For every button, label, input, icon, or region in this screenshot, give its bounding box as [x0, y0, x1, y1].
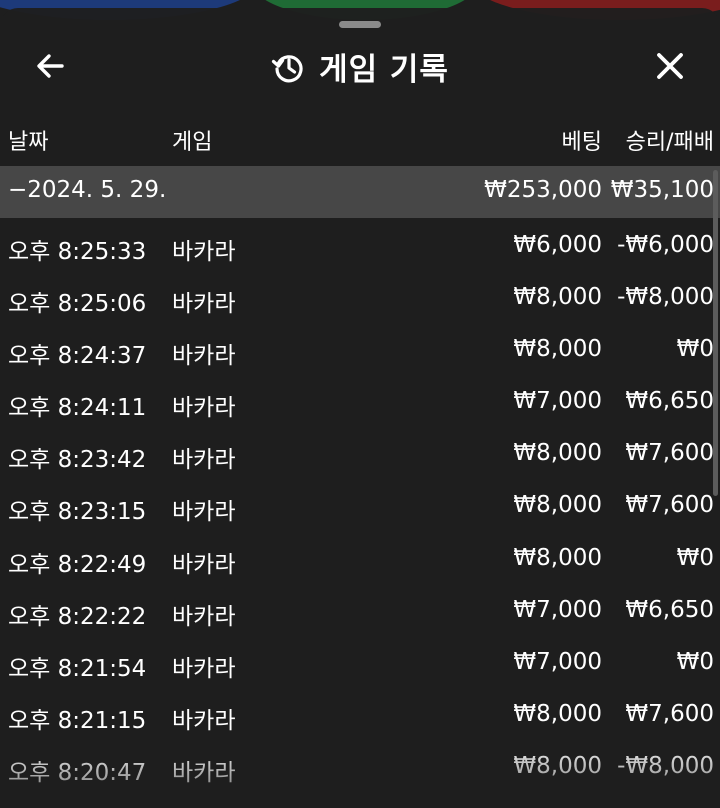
scrollbar[interactable] [713, 170, 718, 496]
row-bet: ₩8,000 [513, 544, 602, 571]
history-list: 오후 8:25:33 바카라 ₩6,000 -₩6,000 오후 8:25:06… [0, 222, 720, 795]
date-group-row[interactable]: −2024. 5. 29. ₩253,000 ₩35,100 [0, 166, 720, 218]
column-header-result: 승리/패배 [625, 130, 714, 155]
row-result: ₩0 [676, 544, 714, 571]
row-game: 바카라 [172, 499, 236, 526]
row-game: 바카라 [172, 291, 236, 318]
column-header-date: 날짜 [8, 130, 49, 155]
table-row[interactable]: 오후 8:21:54 바카라 ₩7,000 ₩0 [0, 639, 720, 691]
row-bet: ₩7,000 [513, 596, 602, 623]
row-bet: ₩8,000 [513, 440, 602, 467]
row-bet: ₩8,000 [513, 492, 602, 519]
row-game: 바카라 [172, 551, 236, 578]
table-row[interactable]: 오후 8:21:15 바카라 ₩8,000 ₩7,600 [0, 691, 720, 743]
row-game: 바카라 [172, 395, 236, 422]
row-bet: ₩8,000 [513, 284, 602, 311]
row-time: 오후 8:21:54 [8, 655, 147, 682]
row-game: 바카라 [172, 707, 236, 734]
group-bet-total: ₩253,000 [484, 177, 602, 203]
row-game: 바카라 [172, 447, 236, 474]
sheet-header: 게임 기록 [0, 36, 720, 96]
column-header-game: 게임 [172, 130, 213, 155]
row-result: ₩6,650 [625, 596, 714, 623]
row-result: -₩8,000 [617, 752, 714, 779]
row-bet: ₩7,000 [513, 388, 602, 415]
row-time: 오후 8:25:06 [8, 291, 147, 318]
column-header-bet: 베팅 [561, 130, 602, 155]
close-icon [657, 53, 683, 79]
table-row[interactable]: 오후 8:22:49 바카라 ₩8,000 ₩0 [0, 535, 720, 587]
row-result: ₩7,600 [625, 700, 714, 727]
row-game: 바카라 [172, 239, 236, 265]
table-row[interactable]: 오후 8:23:15 바카라 ₩8,000 ₩7,600 [0, 482, 720, 534]
row-time: 오후 8:22:49 [8, 551, 147, 578]
row-result: -₩8,000 [617, 284, 714, 311]
row-game: 바카라 [172, 655, 236, 682]
group-result-total: ₩35,100 [610, 177, 714, 203]
row-result: ₩7,600 [625, 492, 714, 519]
page-title: 게임 기록 [319, 52, 449, 88]
row-time: 오후 8:20:47 [8, 759, 147, 786]
row-bet: ₩6,000 [513, 232, 602, 258]
row-time: 오후 8:24:11 [8, 395, 147, 422]
table-row[interactable]: 오후 8:20:47 바카라 ₩8,000 -₩8,000 [0, 743, 720, 795]
table-row[interactable]: 오후 8:23:42 바카라 ₩8,000 ₩7,600 [0, 430, 720, 482]
row-bet: ₩8,000 [513, 336, 602, 363]
sheet-drag-handle[interactable] [339, 21, 381, 28]
row-time: 오후 8:24:37 [8, 343, 147, 370]
table-row[interactable]: 오후 8:22:22 바카라 ₩7,000 ₩6,650 [0, 587, 720, 639]
close-button[interactable] [652, 48, 688, 84]
row-result: ₩0 [676, 336, 714, 363]
row-result: ₩6,650 [625, 388, 714, 415]
row-time: 오후 8:23:15 [8, 499, 147, 526]
row-time: 오후 8:21:15 [8, 707, 147, 734]
history-icon [271, 54, 303, 82]
row-bet: ₩8,000 [513, 752, 602, 779]
row-bet: ₩7,000 [513, 648, 602, 675]
row-time: 오후 8:22:22 [8, 603, 147, 630]
table-row[interactable]: 오후 8:25:06 바카라 ₩8,000 -₩8,000 [0, 274, 720, 326]
table-header: 날짜 게임 베팅 승리/패배 [0, 112, 720, 166]
row-time: 오후 8:23:42 [8, 447, 147, 474]
row-game: 바카라 [172, 603, 236, 630]
group-date: −2024. 5. 29. [8, 177, 167, 203]
row-game: 바카라 [172, 759, 236, 786]
row-bet: ₩8,000 [513, 700, 602, 727]
table-row[interactable]: 오후 8:24:37 바카라 ₩8,000 ₩0 [0, 326, 720, 378]
table-row[interactable]: 오후 8:24:11 바카라 ₩7,000 ₩6,650 [0, 378, 720, 430]
row-time: 오후 8:25:33 [8, 239, 147, 265]
table-row[interactable]: 오후 8:25:33 바카라 ₩6,000 -₩6,000 [0, 222, 720, 274]
row-game: 바카라 [172, 343, 236, 370]
row-result: ₩7,600 [625, 440, 714, 467]
row-result: ₩0 [676, 648, 714, 675]
row-result: -₩6,000 [617, 232, 714, 258]
